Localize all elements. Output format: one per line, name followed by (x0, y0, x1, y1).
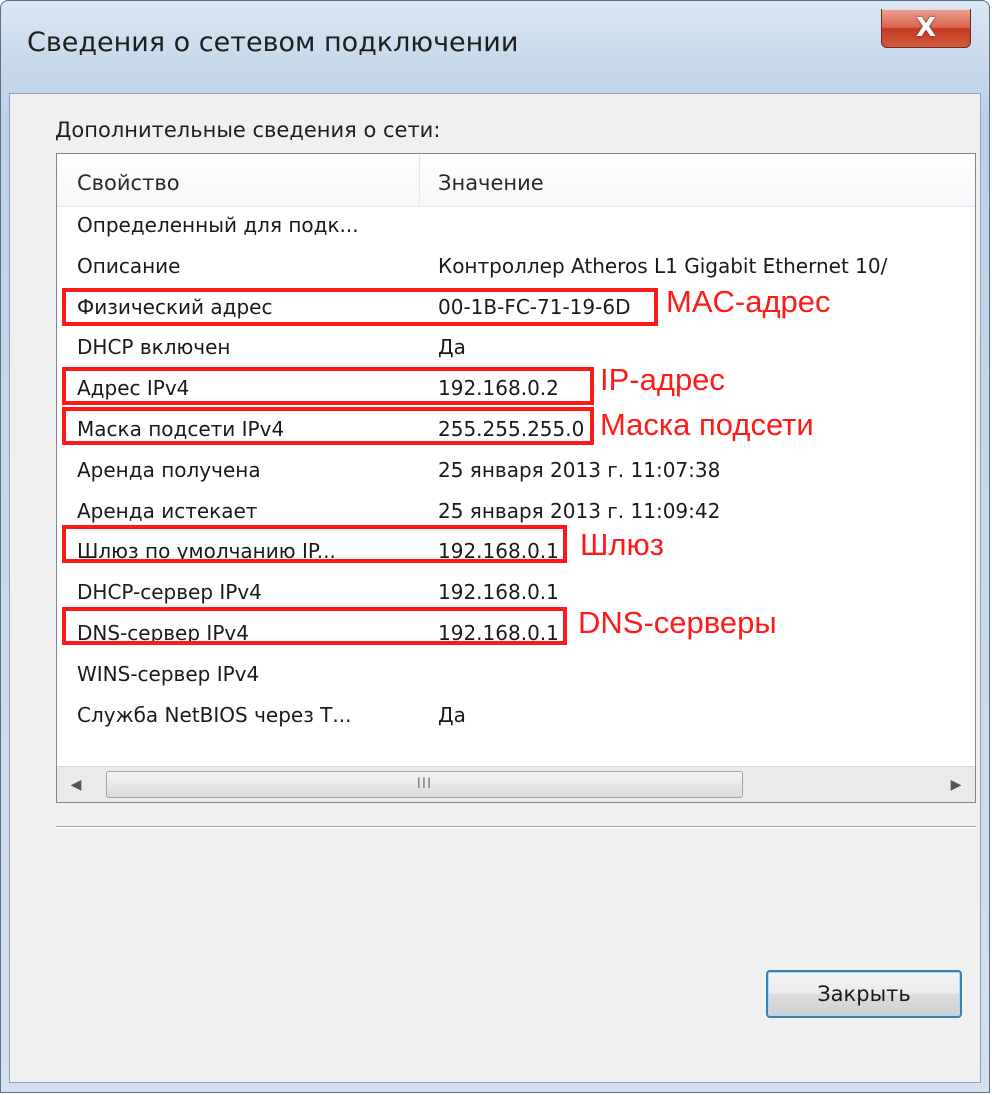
property-cell: DHCP-сервер IPv4 (77, 580, 262, 605)
value-cell: Да (438, 335, 466, 360)
window-title: Сведения о сетевом подключении (27, 27, 519, 58)
scroll-left-arrow-icon[interactable]: ◀ (59, 769, 93, 801)
details-list[interactable]: Свойство Значение Определенный для подк.… (56, 153, 976, 803)
annotation-label-mask: Маска подсети (600, 407, 814, 442)
property-cell: Определенный для подк... (77, 213, 359, 237)
property-cell: WINS-сервер IPv4 (77, 661, 260, 686)
close-icon: X (915, 13, 937, 43)
annotation-box-dns (62, 607, 567, 645)
list-row-description[interactable]: Описание Контроллер Atheros L1 Gigabit E… (57, 247, 975, 288)
annotation-box-gateway (62, 525, 567, 563)
title-bar[interactable]: Сведения о сетевом подключении X (1, 1, 989, 91)
grip-icon: III (416, 776, 433, 792)
value-cell: Да (438, 702, 466, 727)
list-row-netbios[interactable]: Служба NetBIOS через Т... Да (57, 696, 975, 737)
annotation-label-dns: DNS-серверы (578, 605, 777, 640)
annotation-box-mask (62, 407, 594, 445)
window-close-button[interactable]: X (881, 9, 971, 48)
annotation-box-ip (62, 367, 594, 405)
property-cell: Служба NetBIOS через Т... (77, 702, 352, 727)
scrollbar-thumb[interactable]: III (106, 771, 743, 798)
value-cell: Контроллер Atheros L1 Gigabit Ethernet 1… (438, 253, 888, 278)
value-cell: 25 января 2013 г. 11:09:42 (438, 498, 721, 523)
property-cell: Описание (77, 253, 181, 278)
list-row-lease-obtained[interactable]: Аренда получена 25 января 2013 г. 11:07:… (57, 451, 975, 492)
list-row-dhcp-enabled[interactable]: DHCP включен Да (57, 328, 975, 369)
close-button-label: Закрыть (817, 982, 911, 1006)
property-cell: DHCP включен (77, 335, 231, 360)
property-cell: Аренда истекает (77, 498, 258, 523)
column-header-value[interactable]: Значение (438, 171, 544, 195)
property-cell: Аренда получена (77, 457, 261, 482)
column-header: Свойство Значение (57, 154, 975, 207)
close-button[interactable]: Закрыть (766, 970, 962, 1018)
section-label: Дополнительные сведения о сети: (55, 118, 441, 142)
annotation-label-mac: MAC-адрес (666, 284, 831, 319)
column-header-property[interactable]: Свойство (77, 171, 180, 195)
value-cell: 25 января 2013 г. 11:07:38 (438, 457, 721, 482)
horizontal-scrollbar[interactable]: ◀ III ▶ (57, 766, 975, 802)
annotation-label-gateway: Шлюз (580, 527, 664, 562)
list-rows: Определенный для подк... Описание Контро… (57, 206, 975, 736)
list-row-wins-server[interactable]: WINS-сервер IPv4 (57, 655, 975, 696)
scroll-right-arrow-icon[interactable]: ▶ (939, 769, 973, 801)
list-row-connection-suffix[interactable]: Определенный для подк... (57, 206, 975, 247)
separator (56, 826, 976, 828)
value-cell: 192.168.0.1 (438, 580, 559, 605)
column-divider[interactable] (419, 154, 420, 206)
dialog-content: Дополнительные сведения о сети: Свойство… (9, 93, 981, 1083)
annotation-box-mac (62, 288, 658, 326)
annotation-label-ip: IP-адрес (600, 362, 725, 397)
